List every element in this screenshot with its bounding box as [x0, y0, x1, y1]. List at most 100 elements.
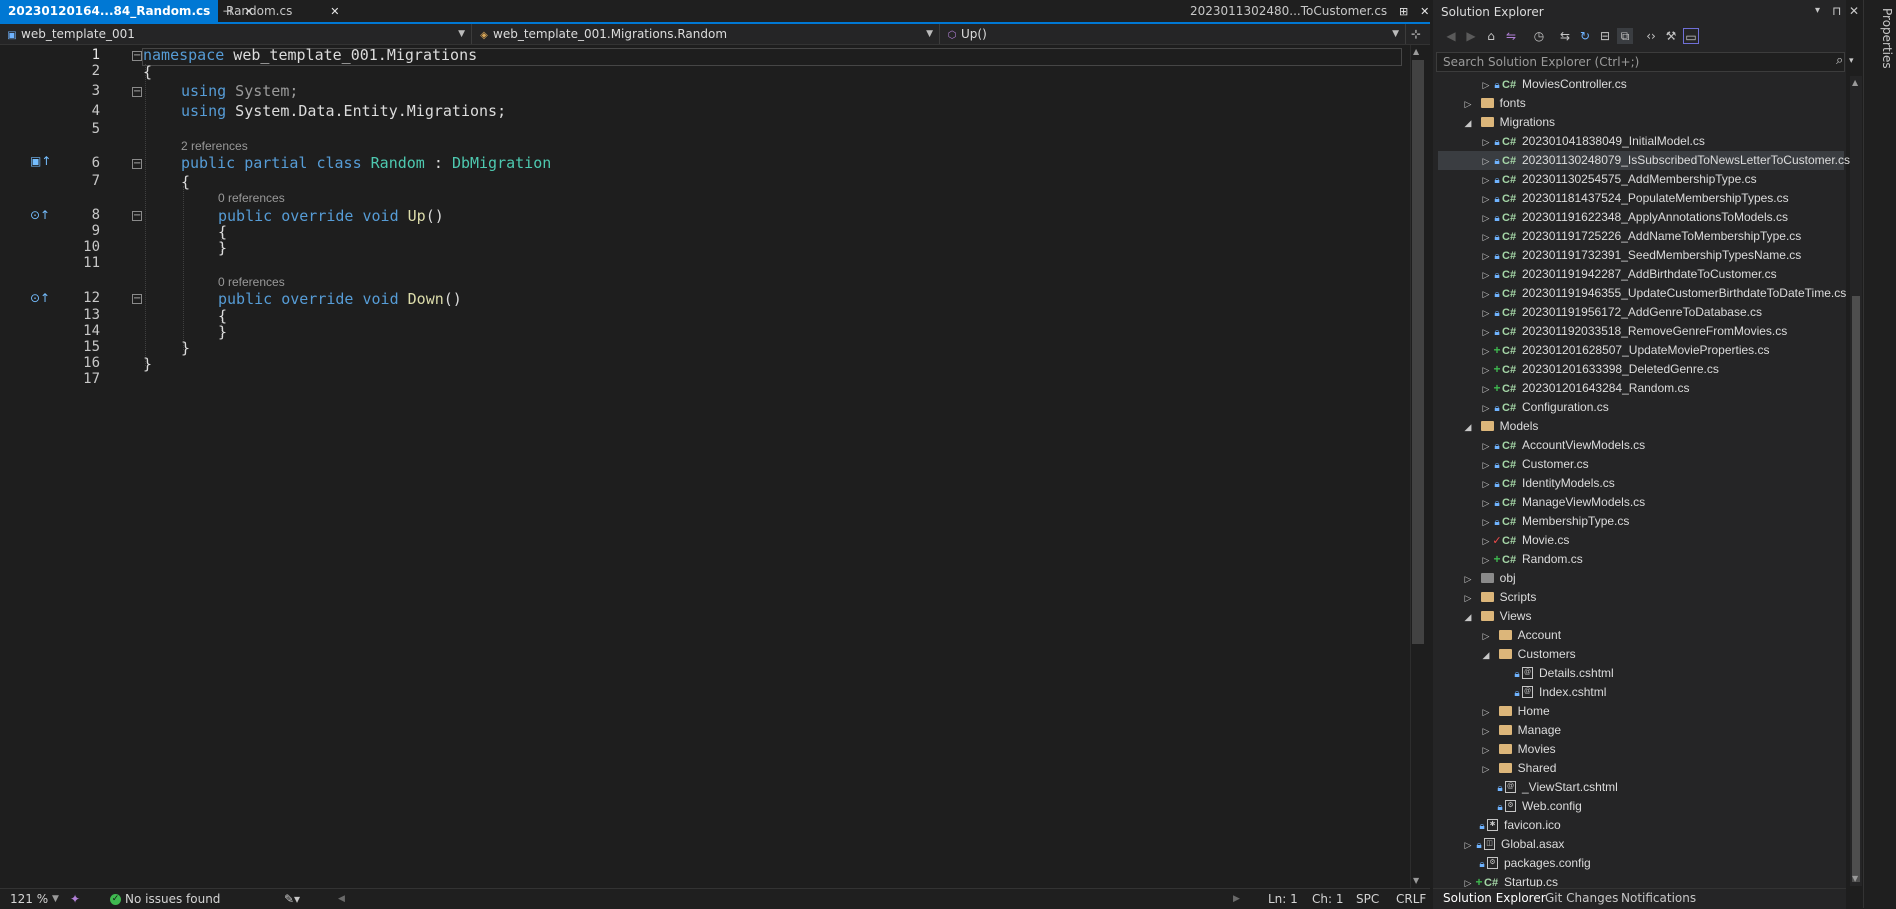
expand-icon[interactable]: ▷ [1462, 836, 1474, 855]
pending-changes-filter-icon[interactable]: ◷ [1531, 28, 1547, 44]
expand-icon[interactable]: ▷ [1480, 532, 1492, 551]
expand-icon[interactable]: ▷ [1480, 361, 1492, 380]
tree-item-folder[interactable]: ▷ Home [1480, 702, 1550, 721]
show-all-files-icon[interactable]: ⧉ [1617, 28, 1633, 44]
close-panel-icon[interactable]: ✕ [1849, 4, 1859, 18]
tree-item-file[interactable]: ▷ 🔒︎ C# MoviesController.cs [1480, 75, 1627, 94]
tree-item-file[interactable]: 🔒︎ @ _ViewStart.cshtml [1495, 778, 1617, 797]
tree-item-file[interactable]: ▷ 🔒︎ C# ManageViewModels.cs [1480, 493, 1646, 512]
expand-icon[interactable]: ▷ [1480, 228, 1492, 247]
close-tab-icon[interactable]: ✕ [330, 1, 339, 23]
collapse-region-icon[interactable]: − [132, 211, 142, 221]
tree-item-file[interactable]: 🔒︎ @ Index.cshtml [1512, 683, 1606, 702]
expand-icon[interactable]: ▷ [1480, 152, 1492, 171]
code-line[interactable]: using System; [181, 82, 298, 100]
tree-item-file[interactable]: ▷ 🔒︎ ◫ Global.asax [1462, 835, 1565, 855]
tree-item-folder[interactable]: ◢ Views [1462, 607, 1532, 627]
preview-selected-items-icon[interactable]: ▭ [1683, 28, 1699, 44]
type-dropdown[interactable]: ◈ web_template_001.Migrations.Random ▼ [472, 24, 940, 44]
tree-item-file[interactable]: 🔒︎ ⚙ packages.config [1477, 854, 1590, 873]
project-dropdown[interactable]: ▣ web_template_001 ▼ [0, 24, 472, 44]
expand-icon[interactable]: ▷ [1462, 589, 1474, 608]
collapse-icon[interactable]: ◢ [1480, 646, 1492, 665]
tree-item-file[interactable]: ▷ + C# 202301201628507_UpdateMoviePropertie… [1480, 341, 1770, 360]
expand-icon[interactable]: ▷ [1480, 304, 1492, 323]
whitespace-indicator[interactable]: SPC [1356, 889, 1379, 909]
switch-views-icon[interactable]: ⇋ [1503, 28, 1519, 44]
override-margin-icon[interactable]: ⊙↑ [30, 291, 50, 305]
expand-icon[interactable]: ▷ [1480, 722, 1492, 741]
tab-notifications[interactable]: Notifications [1621, 891, 1696, 905]
tree-item-folder[interactable]: ▷ Movies [1480, 740, 1556, 759]
scroll-left-icon[interactable]: ◀ [338, 889, 345, 909]
tree-item-folder[interactable]: ▷ fonts [1462, 94, 1526, 113]
issues-indicator[interactable]: ✓ No issues found [110, 889, 220, 909]
solution-search-input[interactable]: Search Solution Explorer (Ctrl+;) [1436, 52, 1845, 72]
expand-icon[interactable]: ▷ [1480, 551, 1492, 570]
expand-icon[interactable]: ▷ [1480, 475, 1492, 494]
expand-icon[interactable]: ▷ [1462, 874, 1474, 887]
expand-icon[interactable]: ▷ [1462, 95, 1474, 114]
tree-item-file[interactable]: ▷ 🔒︎ C# 202301191946355_UpdateCustomerBirth… [1480, 284, 1847, 304]
tree-item-file[interactable]: ▷ 🔒︎ C# 202301192033518_RemoveGenreFromMovi… [1480, 322, 1788, 341]
code-line[interactable]: using System.Data.Entity.Migrations; [181, 102, 506, 120]
tree-item-file[interactable]: ▷ + C# Startup.cs [1462, 873, 1559, 887]
member-dropdown[interactable]: ⬡ Up() ▼ [940, 24, 1406, 44]
references-codelens[interactable]: 0 references [218, 275, 285, 289]
expand-icon[interactable]: ▷ [1480, 760, 1492, 779]
tab-git-changes[interactable]: Git Changes [1545, 891, 1618, 905]
expand-icon[interactable]: ▷ [1480, 133, 1492, 152]
expand-icon[interactable]: ▷ [1480, 342, 1492, 361]
code-line[interactable]: { [181, 173, 190, 191]
chevron-down-icon[interactable]: ▼ [52, 889, 59, 909]
tree-item-file[interactable]: ▷ + C# Random.cs [1480, 550, 1583, 569]
override-margin-icon[interactable]: ⊙↑ [30, 208, 50, 222]
tree-item-file[interactable]: ▷ 🔒︎ C# 202301191622348_ApplyAnnotationsToM… [1480, 208, 1788, 227]
tree-item-file[interactable]: 🔒︎ ✱ favicon.ico [1477, 816, 1560, 835]
tab-random-cs[interactable]: Random.cs ✕ [218, 0, 339, 22]
keep-open-icon[interactable]: ⊞ [1399, 1, 1408, 23]
expand-icon[interactable]: ▷ [1480, 380, 1492, 399]
expand-icon[interactable]: ▷ [1480, 741, 1492, 760]
refresh-icon[interactable]: ↻ [1577, 28, 1593, 44]
scroll-up-icon[interactable]: ▲ [1413, 47, 1419, 56]
references-codelens[interactable]: 2 references [181, 139, 248, 153]
tree-item-file[interactable]: 🔒︎ @ Details.cshtml [1512, 664, 1613, 683]
expand-icon[interactable]: ▷ [1480, 627, 1492, 646]
code-cleanup-icon[interactable]: ✎▾ [284, 889, 300, 909]
tree-item-folder[interactable]: ▷ Scripts [1462, 588, 1537, 608]
home-icon[interactable]: ⌂ [1483, 28, 1499, 44]
tree-item-file-selected[interactable]: ▷ 🔒︎ C# 202301130248079_IsSubscribedToNewsL… [1438, 151, 1850, 171]
editor-scroll-thumb[interactable] [1412, 60, 1424, 644]
expand-icon[interactable]: ▷ [1480, 247, 1492, 266]
tree-item-file[interactable]: ▷ 🔒︎ C# MembershipType.cs [1480, 512, 1630, 531]
line-ending-indicator[interactable]: CRLF [1396, 889, 1426, 909]
tree-item-file[interactable]: ▷ 🔒︎ C# IdentityModels.cs [1480, 474, 1615, 493]
expand-icon[interactable]: ▷ [1480, 703, 1492, 722]
line-indicator[interactable]: Ln: 1 [1268, 889, 1298, 909]
tree-item-folder[interactable]: ▷ obj [1462, 569, 1516, 588]
tree-item-file[interactable]: ▷ 🔒︎ C# 202301130254575_AddMembershipType.c… [1480, 170, 1757, 189]
expand-icon[interactable]: ▷ [1480, 285, 1492, 304]
collapse-icon[interactable]: ◢ [1462, 608, 1474, 627]
code-line[interactable]: } [143, 355, 152, 373]
tree-item-folder[interactable]: ▷ Shared [1480, 759, 1557, 779]
tree-item-file[interactable]: ▷ 🔒︎ C# 202301181437524_PopulateMembershipT… [1480, 189, 1789, 208]
scroll-down-icon[interactable]: ▼ [1852, 874, 1858, 883]
search-options-icon[interactable]: ▾ [1849, 56, 1854, 66]
tree-item-file[interactable]: ▷ 🔒︎ C# AccountViewModels.cs [1480, 436, 1646, 455]
code-line[interactable]: public partial class Random : DbMigratio… [181, 154, 551, 172]
search-icon[interactable]: ⌕ [1836, 53, 1843, 68]
pin-panel-icon[interactable]: ⊓ [1832, 4, 1841, 18]
panel-menu-icon[interactable]: ▾ [1815, 5, 1820, 16]
expand-icon[interactable]: ▷ [1480, 76, 1492, 95]
tree-item-file[interactable]: ▷ ✓C# Movie.cs [1480, 531, 1570, 551]
close-tab-icon[interactable]: ✕ [1420, 1, 1429, 23]
expand-icon[interactable]: ▷ [1480, 266, 1492, 285]
tree-item-folder[interactable]: ◢ Models [1462, 417, 1539, 436]
tab-solution-explorer[interactable]: Solution Explorer [1443, 891, 1546, 905]
zoom-level[interactable]: 121 % [10, 889, 48, 909]
scroll-up-icon[interactable]: ▲ [1852, 78, 1858, 87]
inheritance-margin-icon[interactable]: ▣↑ [30, 154, 51, 168]
code-line[interactable]: } [218, 323, 227, 341]
